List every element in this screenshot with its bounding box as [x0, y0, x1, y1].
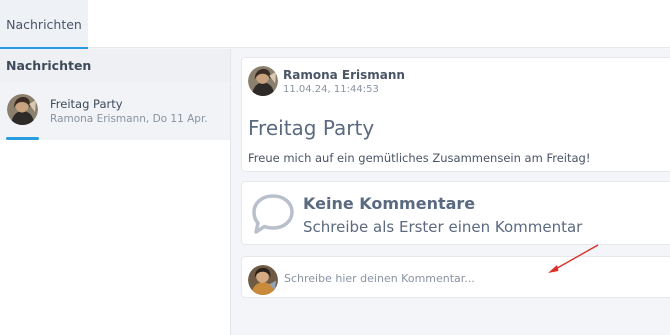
conversation-subtitle: Ramona Erismann, Do 11 Apr. [50, 113, 208, 125]
post-body: Freue mich auf ein gemütliches Zusammens… [248, 151, 591, 165]
comment-input[interactable] [284, 268, 544, 288]
avatar [248, 265, 278, 295]
conversation-title: Freitag Party [50, 97, 123, 111]
empty-comments-title: Keine Kommentare [303, 194, 476, 213]
selection-indicator [6, 137, 39, 140]
post-date: 11.04.24, 11:44:53 [283, 84, 379, 95]
empty-comments-card: Keine Kommentare Schreibe als Erster ein… [241, 181, 670, 245]
main-panel: Ramona Erismann 11.04.24, 11:44:53 Freit… [231, 49, 670, 335]
comment-composer [241, 256, 670, 298]
avatar [7, 94, 38, 125]
post-card: Ramona Erismann 11.04.24, 11:44:53 Freit… [241, 57, 670, 172]
post-title: Freitag Party [248, 116, 375, 140]
speech-bubble-icon [250, 192, 296, 240]
post-author: Ramona Erismann [283, 68, 405, 82]
annotation-arrow [548, 244, 599, 273]
conversation-item[interactable]: Freitag Party Ramona Erismann, Do 11 Apr… [0, 82, 230, 140]
avatar [248, 66, 278, 96]
top-tab-bar: Nachrichten [0, 0, 670, 49]
sidebar-header: Nachrichten [0, 49, 230, 82]
conversation-text: Freitag Party Ramona Erismann, Do 11 Apr… [50, 97, 208, 126]
tab-nachrichten[interactable]: Nachrichten [0, 0, 88, 49]
sidebar: Nachrichten Freitag Party Ramona Erisman… [0, 49, 231, 335]
sidebar-header-label: Nachrichten [6, 58, 92, 73]
tab-label: Nachrichten [6, 16, 82, 32]
empty-comments-subtitle: Schreibe als Erster einen Kommentar [303, 218, 583, 236]
